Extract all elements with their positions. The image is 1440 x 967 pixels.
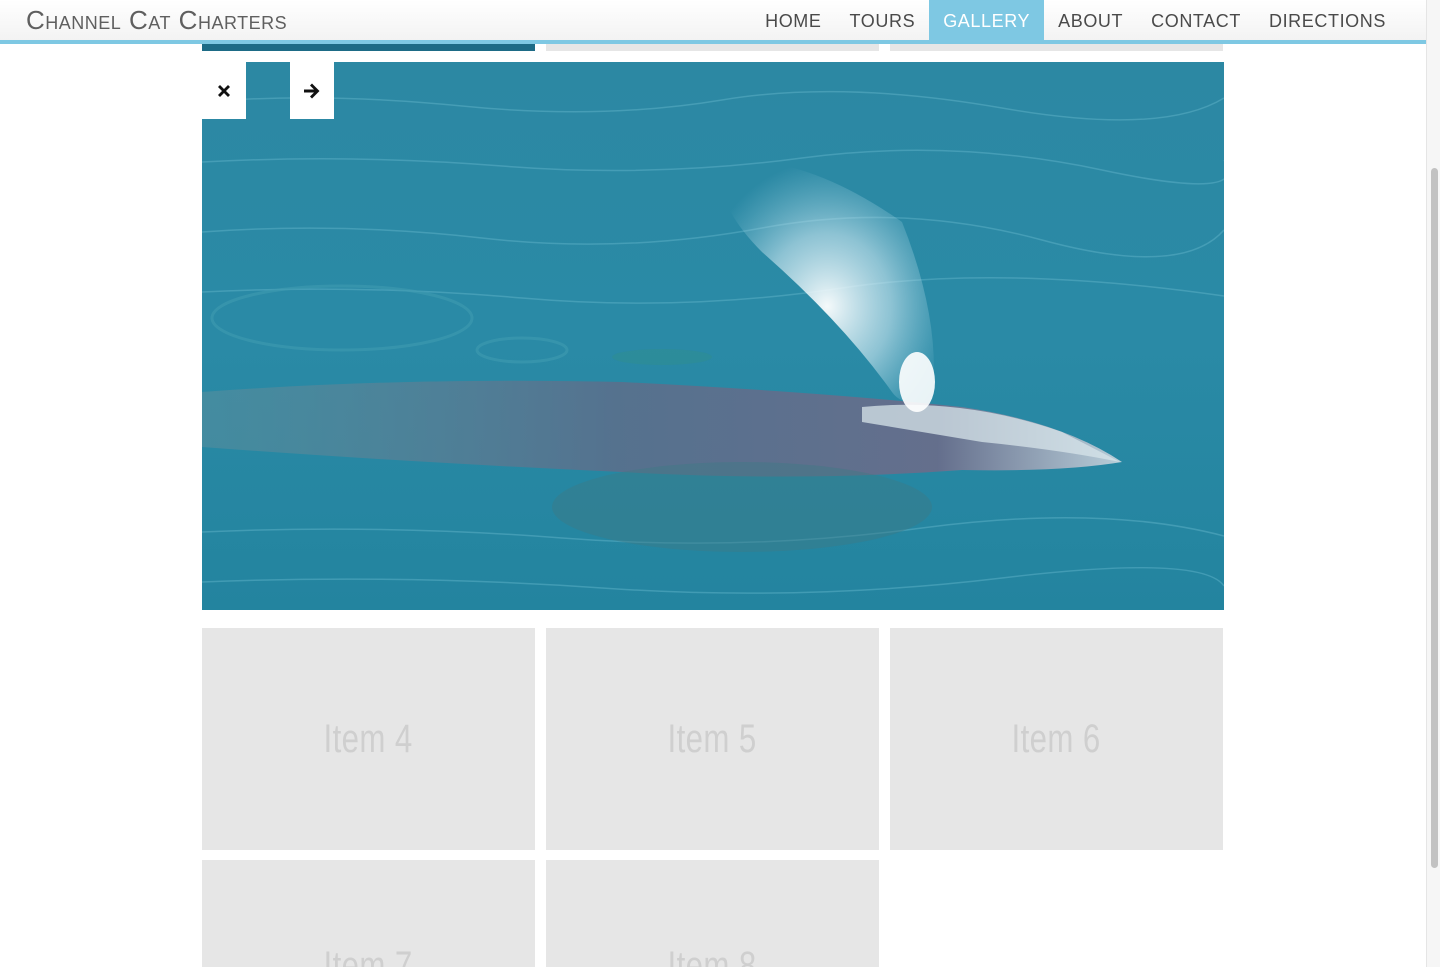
gallery-item-label: Item 8 <box>667 944 758 967</box>
gallery-tile-partial[interactable] <box>546 44 879 51</box>
nav-contact[interactable]: CONTACT <box>1137 0 1255 44</box>
gallery-item-label: Item 7 <box>323 944 414 967</box>
gallery-item-8[interactable]: Item 8 <box>546 860 879 967</box>
gallery-item-label: Item 4 <box>323 716 414 761</box>
lightbox-next-button[interactable] <box>290 62 334 119</box>
arrow-right-icon <box>304 83 320 98</box>
nav-home[interactable]: HOME <box>751 0 835 44</box>
gallery-item-label: Item 5 <box>667 716 758 761</box>
gallery-tile-partial[interactable] <box>202 44 535 51</box>
lightbox-image[interactable] <box>202 62 1224 610</box>
gallery-item-5[interactable]: Item 5 <box>546 628 879 850</box>
close-icon <box>218 84 230 97</box>
site-logo[interactable]: Channel Cat Charters <box>26 6 287 34</box>
vertical-scrollbar[interactable] <box>1426 0 1440 967</box>
gallery-item-7[interactable]: Item 7 <box>202 860 535 967</box>
nav-tours[interactable]: TOURS <box>836 0 930 44</box>
gallery-item-4[interactable]: Item 4 <box>202 628 535 850</box>
lightbox-close-button[interactable] <box>202 62 246 119</box>
main-nav: HOME TOURS GALLERY ABOUT CONTACT DIRECTI… <box>751 0 1400 44</box>
scrollbar-thumb[interactable] <box>1431 168 1438 868</box>
gray-whale-spouting-photo <box>202 62 1224 610</box>
gallery-tile-partial[interactable] <box>890 44 1223 51</box>
gallery-item-6[interactable]: Item 6 <box>890 628 1223 850</box>
gallery-item-label: Item 6 <box>1011 716 1102 761</box>
nav-about[interactable]: ABOUT <box>1044 0 1137 44</box>
nav-directions[interactable]: DIRECTIONS <box>1255 0 1400 44</box>
site-header: Channel Cat Charters HOME TOURS GALLERY … <box>0 0 1426 44</box>
nav-gallery[interactable]: GALLERY <box>929 0 1045 44</box>
